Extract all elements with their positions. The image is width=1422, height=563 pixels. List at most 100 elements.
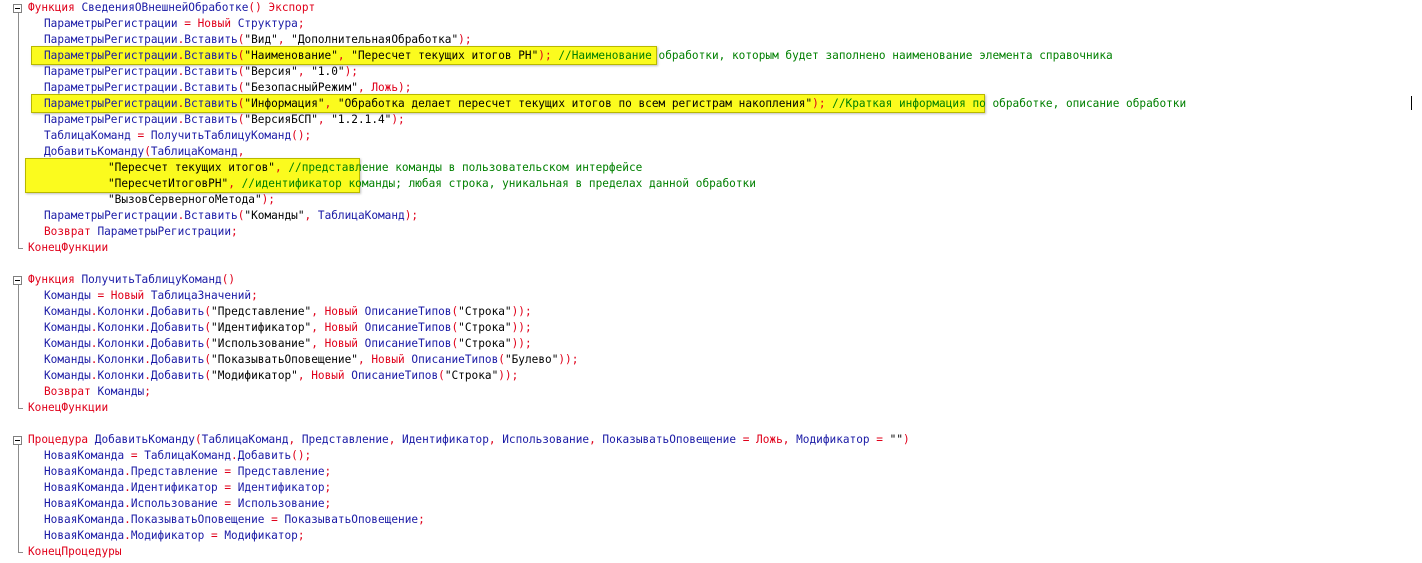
code-line[interactable]: ДобавитьКоманду(ТаблицаКоманд, <box>44 144 244 160</box>
code-operator: (); <box>291 129 312 142</box>
code-string: "Вид" <box>244 33 278 46</box>
code-operator: , <box>304 209 318 222</box>
code-string: "Строка" <box>458 305 512 318</box>
code-string: "Обработка делает пересчет текущих итого… <box>337 97 813 110</box>
code-line[interactable]: "ПересчетИтоговРН", //идентификатор кома… <box>108 176 756 192</box>
code-operator: = <box>184 17 198 30</box>
code-operator: , <box>337 49 352 62</box>
code-identifier: Идентификатор <box>130 481 225 494</box>
code-operator: = <box>224 481 238 494</box>
code-identifier: Команды <box>44 337 91 350</box>
code-line[interactable]: ПараметрыРегистрации.Вставить("Команды",… <box>44 208 418 224</box>
code-operator: , <box>237 145 245 158</box>
code-line[interactable]: ТаблицаКоманд = ПолучитьТаблицуКоманд(); <box>44 128 311 144</box>
code-identifier: ПоказыватьОповещение <box>130 513 272 526</box>
code-keyword: Экспорт <box>268 1 316 14</box>
code-string: "Пересчет текущих итогов РН" <box>351 49 539 62</box>
code-line[interactable]: Возврат Команды; <box>44 384 151 400</box>
code-line[interactable]: Команды = Новый ТаблицаЗначений; <box>44 288 258 304</box>
code-keyword: Ложь <box>371 81 399 94</box>
code-line[interactable]: НоваяКоманда.Идентификатор = Идентификат… <box>44 480 331 496</box>
code-string: "Представление" <box>211 305 312 318</box>
code-line[interactable]: ПараметрыРегистрации.Вставить("Информаци… <box>44 96 1186 112</box>
code-operator: )); <box>511 337 532 350</box>
code-operator: = <box>97 289 111 302</box>
code-identifier: Добавить <box>150 369 205 382</box>
code-operator: ; <box>324 465 332 478</box>
code-operator: = <box>224 465 238 478</box>
code-editor[interactable]: Функция СведенияОВнешнейОбработке() Эксп… <box>0 0 1422 563</box>
code-identifier: Вставить <box>184 81 238 94</box>
code-identifier: ПолучитьТаблицуКоманд <box>81 273 222 286</box>
code-string: "Пересчет текущих итогов" <box>108 161 275 174</box>
fold-minus-icon[interactable] <box>13 4 22 13</box>
code-operator: = <box>742 433 757 446</box>
code-comment: //Краткая информация по обработке, описа… <box>825 97 1187 110</box>
code-operator: . <box>144 305 151 318</box>
code-operator: . <box>124 481 131 494</box>
code-identifier: ПараметрыРегистрации <box>97 225 232 238</box>
code-operator: ); <box>398 81 412 94</box>
code-line[interactable]: Команды.Колонки.Добавить("ПоказыватьОпов… <box>44 352 578 368</box>
code-operator: = <box>130 449 145 462</box>
fold-minus-icon[interactable] <box>13 436 22 445</box>
code-line[interactable]: КонецПроцедуры <box>28 544 122 560</box>
code-line[interactable]: ПараметрыРегистрации.Вставить("ВерсияБСП… <box>44 112 405 128</box>
code-identifier: ПараметрыРегистрации <box>44 113 178 126</box>
code-operator: )); <box>511 305 532 318</box>
code-line[interactable]: ПараметрыРегистрации.Вставить("Вид", "До… <box>44 32 472 48</box>
code-identifier: Модификатор <box>796 433 877 446</box>
code-line[interactable]: "ВызовСерверногоМетода"); <box>108 192 275 208</box>
code-line[interactable]: Команды.Колонки.Добавить("Использование"… <box>44 336 532 352</box>
code-line[interactable]: Возврат ПараметрыРегистрации; <box>44 224 238 240</box>
code-identifier: Модификатор <box>224 529 298 542</box>
code-operator: . <box>124 529 131 542</box>
code-line[interactable]: Функция СведенияОВнешнейОбработке() Эксп… <box>28 0 315 16</box>
code-line[interactable]: ПараметрыРегистрации.Вставить("Безопасны… <box>44 80 411 96</box>
code-line[interactable]: ПараметрыРегистрации.Вставить("Версия", … <box>44 64 358 80</box>
code-string: "Команды" <box>244 209 305 222</box>
code-operator: , <box>317 113 332 126</box>
code-operator: ; <box>324 497 332 510</box>
code-identifier: НоваяКоманда <box>44 513 125 526</box>
code-line[interactable]: КонецФункции <box>28 240 108 256</box>
code-identifier: ТаблицаКоманд <box>317 209 405 222</box>
fold-gutter-end <box>18 248 23 249</box>
code-line[interactable]: НоваяКоманда = ТаблицаКоманд.Добавить(); <box>44 448 311 464</box>
code-string: "ПересчетИтоговРН" <box>108 177 229 190</box>
code-operator: = <box>224 497 238 510</box>
fold-minus-icon[interactable] <box>13 276 22 285</box>
code-identifier: ПараметрыРегистрации <box>44 17 185 30</box>
code-identifier: ТаблицаКоманд <box>201 433 289 446</box>
code-string: "Версия" <box>244 65 298 78</box>
code-identifier: ПараметрыРегистрации <box>44 65 178 78</box>
code-operator: ( <box>438 369 445 382</box>
code-line[interactable]: НоваяКоманда.Использование = Использован… <box>44 496 331 512</box>
code-line[interactable]: НоваяКоманда.Модификатор = Модификатор; <box>44 528 305 544</box>
code-line[interactable]: Команды.Колонки.Добавить("Модификатор", … <box>44 368 518 384</box>
code-identifier: ПараметрыРегистрации <box>44 81 178 94</box>
code-operator: )); <box>511 321 532 334</box>
code-keyword: Новый <box>371 353 412 366</box>
code-line[interactable]: ПараметрыРегистрации = Новый Структура; <box>44 16 305 32</box>
code-line[interactable]: КонецФункции <box>28 400 108 416</box>
code-line[interactable]: "Пересчет текущих итогов", //представлен… <box>108 160 642 176</box>
code-identifier: ТаблицаКоманд <box>144 449 232 462</box>
code-operator: ); <box>458 33 472 46</box>
code-keyword: Новый <box>324 337 365 350</box>
code-line[interactable]: ПараметрыРегистрации.Вставить("Наименова… <box>44 48 1113 64</box>
code-line[interactable]: Функция ПолучитьТаблицуКоманд() <box>28 272 235 288</box>
code-string: "1.0" <box>311 65 345 78</box>
code-operator: , <box>297 65 312 78</box>
code-operator: ; <box>297 529 305 542</box>
code-string: "Строка" <box>458 321 512 334</box>
code-line[interactable]: Команды.Колонки.Добавить("Представление"… <box>44 304 532 320</box>
code-line[interactable]: НоваяКоманда.ПоказыватьОповещение = Пока… <box>44 512 425 528</box>
code-identifier: ТаблицаКоманд <box>150 145 238 158</box>
code-line[interactable]: НоваяКоманда.Представление = Представлен… <box>44 464 331 480</box>
code-line[interactable]: Команды.Колонки.Добавить("Идентификатор"… <box>44 320 532 336</box>
code-keyword: Процедура <box>28 433 95 446</box>
code-operator: ) <box>903 433 910 446</box>
code-line[interactable]: Процедура ДобавитьКоманду(ТаблицаКоманд,… <box>28 432 910 448</box>
code-keyword: КонецПроцедуры <box>28 545 122 558</box>
